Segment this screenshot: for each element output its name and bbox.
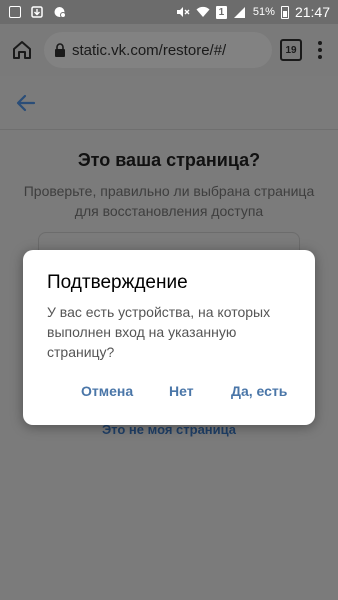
mute-icon bbox=[176, 6, 190, 18]
cancel-button[interactable]: Отмена bbox=[81, 383, 133, 399]
home-button[interactable] bbox=[8, 36, 36, 64]
url-text: static.vk.com/restore/#/ bbox=[72, 41, 227, 59]
clock: 21:47 bbox=[294, 4, 330, 20]
home-icon bbox=[13, 41, 31, 59]
dot-icon bbox=[318, 48, 322, 52]
confirmation-dialog: Подтверждение У вас есть устройства, на … bbox=[23, 250, 315, 425]
browser-toolbar: static.vk.com/restore/#/ 19 bbox=[0, 24, 338, 76]
image-icon bbox=[8, 6, 22, 18]
chat-bubble-icon bbox=[52, 6, 66, 18]
system-icons: 1 51% 21:47 bbox=[176, 4, 330, 20]
address-bar[interactable]: static.vk.com/restore/#/ bbox=[44, 32, 272, 68]
back-arrow-icon[interactable] bbox=[14, 91, 38, 115]
lock-icon bbox=[55, 43, 65, 57]
battery-percent: 51% bbox=[252, 6, 275, 18]
status-bar: 1 51% 21:47 bbox=[0, 0, 338, 24]
download-icon bbox=[30, 6, 44, 18]
page-subtitle: Проверьте, правильно ли выбрана страница… bbox=[23, 183, 315, 219]
dialog-actions: Отмена Нет Да, есть bbox=[23, 383, 315, 405]
dot-icon bbox=[318, 55, 322, 59]
yes-button[interactable]: Да, есть bbox=[231, 383, 287, 399]
page-header bbox=[0, 76, 338, 130]
dialog-title: Подтверждение bbox=[47, 272, 188, 293]
notification-icons bbox=[8, 6, 66, 18]
tab-switcher-button[interactable]: 19 bbox=[280, 39, 302, 61]
overflow-menu-button[interactable] bbox=[310, 36, 330, 64]
battery-icon bbox=[280, 5, 289, 19]
page-title: Это ваша страница? bbox=[77, 150, 261, 170]
no-button[interactable]: Нет bbox=[169, 383, 194, 399]
signal-icon bbox=[233, 6, 247, 18]
sim-indicator: 1 bbox=[215, 5, 227, 19]
dot-icon bbox=[318, 41, 322, 45]
wifi-icon bbox=[196, 6, 210, 18]
dialog-message: У вас есть устройства, на которых выполн… bbox=[47, 304, 271, 360]
